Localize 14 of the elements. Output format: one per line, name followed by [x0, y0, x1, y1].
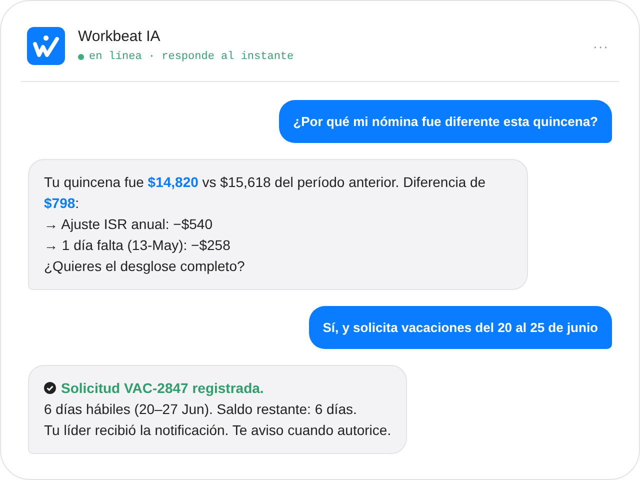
user-message: Sí, y solicita vacaciones del 20 al 25 de junio [308, 306, 612, 348]
logo-icon [27, 27, 65, 66]
user-message: ¿Por qué mi nómina fue diferente esta quincena? [279, 100, 612, 142]
check-circle-icon [44, 382, 56, 394]
message-line: → Ajuste ISR anual: −$540 [44, 214, 214, 234]
message-line: Tu líder recibió la notificación. Te aviso cuando autorice. [44, 420, 392, 440]
message-line: ¿Quieres el desglose completo? [44, 256, 246, 276]
message-line: 6 días hábiles (20–27 Jun). Saldo restante: 6 días. [44, 400, 358, 419]
more-menu-button[interactable]: ··· [593, 36, 609, 56]
status-text: en línea · responde al instante [89, 50, 294, 65]
confirmation-heading: Solicitud VAC-2847 registrada. [44, 378, 392, 398]
message-line: Tu quincena fue $14,820 vs $15,618 del período anterior. Diferencia de $798: [44, 172, 487, 212]
message-line: → 1 día falta (13-May): −$258 [44, 236, 232, 255]
assistant-name: Workbeat IA [78, 27, 162, 47]
